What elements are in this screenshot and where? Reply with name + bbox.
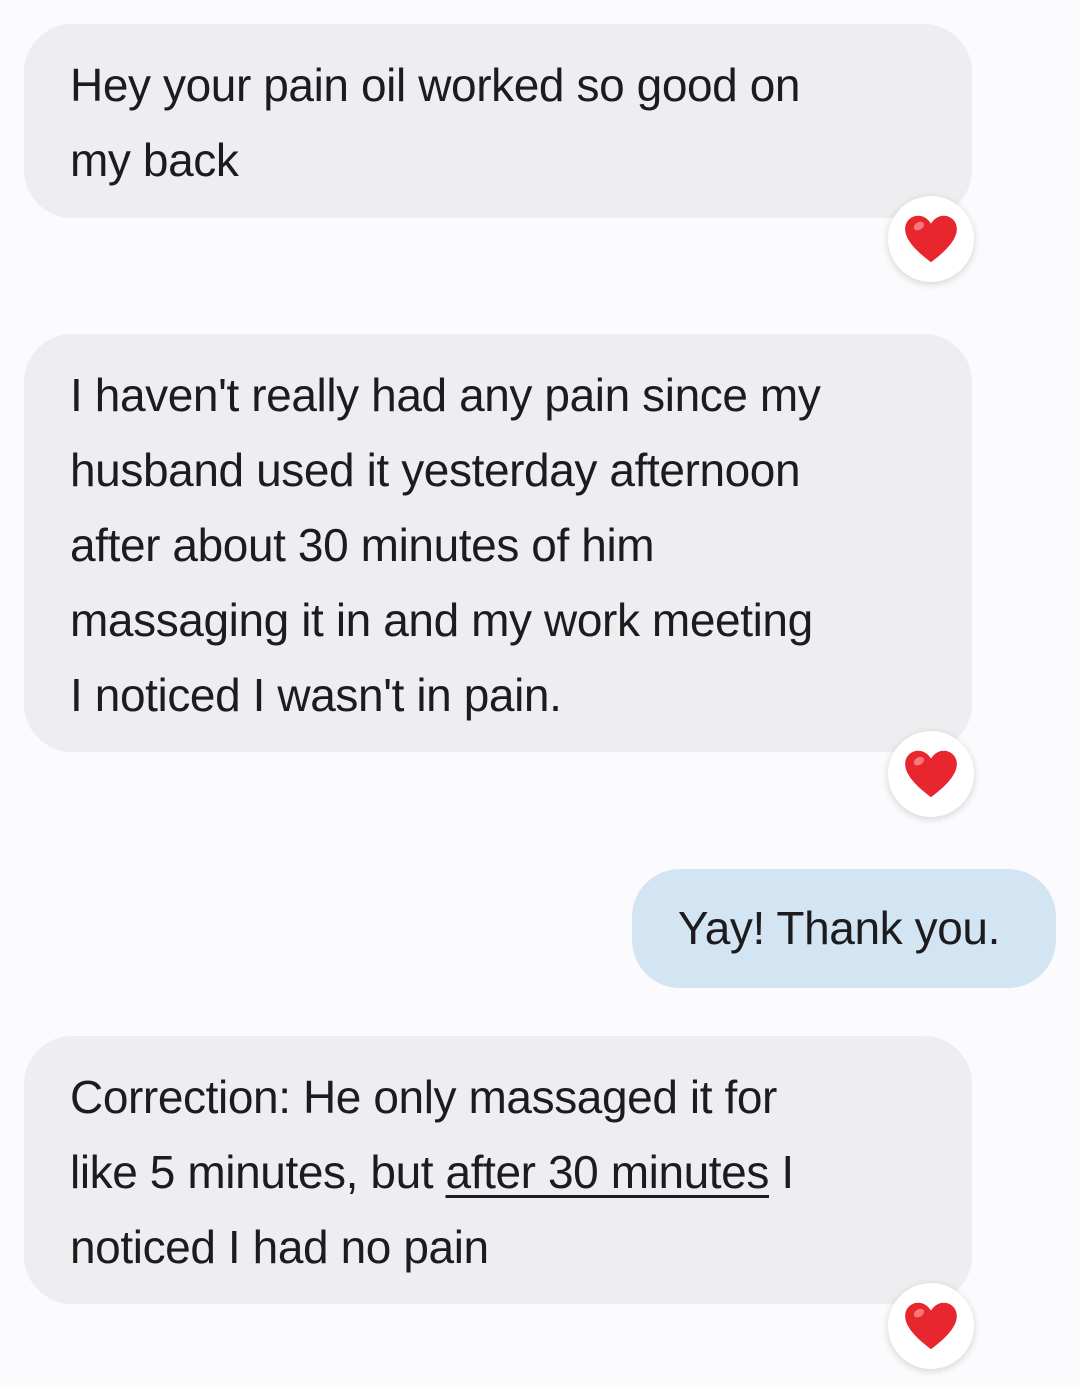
underlined-time-phrase[interactable]: after 30 minutes (446, 1146, 770, 1198)
message-text-line: Hey your pain oil worked so good on (70, 59, 801, 111)
reaction-badge[interactable] (888, 1283, 974, 1369)
message-bubble-incoming[interactable]: I haven't really had any pain since my h… (24, 334, 972, 752)
red-heart-icon (905, 750, 957, 798)
message-text-segment: I (768, 1146, 794, 1198)
message-text-line: my back (70, 134, 239, 186)
message-bubble-incoming[interactable]: Correction: He only massaged it for like… (24, 1036, 972, 1304)
reaction-badge[interactable] (888, 731, 974, 817)
message-text-line: Yay! Thank you. (677, 902, 1001, 954)
message-text-line: I haven't really had any pain since my (70, 369, 821, 421)
message-text-line: husband used it yesterday afternoon (70, 444, 801, 496)
message-text-segment: like 5 minutes, but (70, 1146, 446, 1198)
message-text-line: noticed I had no pain (70, 1221, 489, 1273)
reaction-badge[interactable] (888, 196, 974, 282)
red-heart-icon (905, 215, 957, 263)
message-text-line: after about 30 minutes of him (70, 519, 655, 571)
message-bubble-outgoing[interactable]: Yay! Thank you. (631, 869, 1056, 988)
message-text-line: like 5 minutes, but after 30 minutes I (70, 1135, 926, 1210)
message-text-line: Correction: He only massaged it for (70, 1071, 777, 1123)
message-bubble-incoming[interactable]: Hey your pain oil worked so good on my b… (24, 24, 972, 218)
red-heart-icon (905, 1302, 957, 1350)
message-text-line: I noticed I wasn't in pain. (70, 669, 562, 721)
message-text-line: massaging it in and my work meeting (70, 594, 813, 646)
